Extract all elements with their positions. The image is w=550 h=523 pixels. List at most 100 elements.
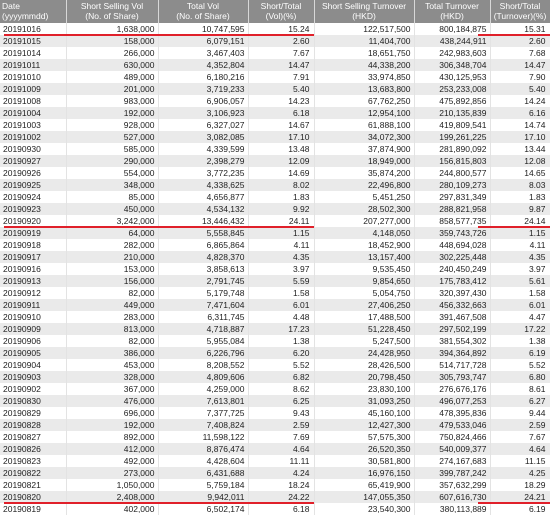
total-vol-cell: 6,865,864	[158, 239, 249, 251]
vol-ratio-cell: 14.69	[248, 167, 315, 179]
total-turnover-cell: 288,821,958	[414, 203, 491, 215]
short-vol-cell: 283,000	[66, 311, 159, 323]
table-row: 20190819 402,000 6,502,174 6.18 23,540,300 38…	[0, 503, 550, 515]
total-vol-cell: 3,858,613	[158, 263, 249, 275]
short-vol-cell: 386,000	[66, 347, 159, 359]
total-vol-cell: 5,759,184	[158, 479, 249, 491]
turnover-ratio-cell: 9.44	[490, 407, 550, 419]
short-vol-cell: 696,000	[66, 407, 159, 419]
short-vol-cell: 153,000	[66, 263, 159, 275]
total-turnover-cell: 380,113,889	[414, 503, 491, 515]
date-cell: 20190927	[0, 155, 67, 167]
total-vol-cell: 6,226,796	[158, 347, 249, 359]
total-vol-cell: 3,467,403	[158, 47, 249, 59]
vol-ratio-cell: 4.35	[248, 251, 315, 263]
vol-ratio-cell: 3.97	[248, 263, 315, 275]
total-turnover-cell: 297,831,349	[414, 191, 491, 203]
date-cell: 20191002	[0, 131, 67, 143]
total-vol-cell: 4,718,887	[158, 323, 249, 335]
date-cell: 20190909	[0, 323, 67, 335]
col-header-date: Date (yyyymmdd)	[0, 0, 67, 23]
turnover-ratio-cell: 6.27	[490, 395, 550, 407]
vol-ratio-cell: 6.25	[248, 395, 315, 407]
vol-ratio-cell: 18.24	[248, 479, 315, 491]
turnover-ratio-cell: 6.80	[490, 371, 550, 383]
col-header-vol-ratio: Short/Total (Vol)(%)	[248, 0, 315, 23]
table-row: 20190919 64,000 5,558,845 1.15 4,148,050 359,…	[0, 227, 550, 239]
date-cell: 20190826	[0, 443, 67, 455]
date-cell: 20190905	[0, 347, 67, 359]
date-cell: 20190924	[0, 191, 67, 203]
short-vol-cell: 492,000	[66, 455, 159, 467]
total-turnover-cell: 175,783,412	[414, 275, 491, 287]
vol-ratio-cell: 5.40	[248, 83, 315, 95]
turnover-ratio-cell: 14.74	[490, 119, 550, 131]
turnover-ratio-cell: 6.19	[490, 347, 550, 359]
date-cell: 20190827	[0, 431, 67, 443]
table-row: 20191002 527,000 3,082,085 17.10 34,072,300 1…	[0, 131, 550, 143]
total-vol-cell: 5,955,084	[158, 335, 249, 347]
date-cell: 20191003	[0, 119, 67, 131]
short-turnover-cell: 27,406,250	[314, 299, 415, 311]
vol-ratio-cell: 2.59	[248, 419, 315, 431]
total-turnover-cell: 240,450,249	[414, 263, 491, 275]
short-turnover-cell: 122,517,500	[314, 23, 415, 35]
vol-ratio-cell: 12.09	[248, 155, 315, 167]
col-header-total-turnover-label: Total Turnover (HKD)	[425, 1, 479, 21]
total-turnover-cell: 276,676,176	[414, 383, 491, 395]
short-turnover-cell: 24,428,950	[314, 347, 415, 359]
date-cell: 20191010	[0, 71, 67, 83]
vol-ratio-cell: 8.62	[248, 383, 315, 395]
col-header-vol-ratio-label: Short/Total (Vol)(%)	[260, 1, 302, 21]
total-vol-cell: 6,180,216	[158, 71, 249, 83]
total-turnover-cell: 540,009,377	[414, 443, 491, 455]
vol-ratio-cell: 5.52	[248, 359, 315, 371]
total-turnover-cell: 448,694,028	[414, 239, 491, 251]
short-vol-cell: 489,000	[66, 71, 159, 83]
short-turnover-cell: 9,535,450	[314, 263, 415, 275]
date-cell: 20191015	[0, 35, 67, 47]
vol-ratio-cell: 4.24	[248, 467, 315, 479]
total-vol-cell: 6,431,688	[158, 467, 249, 479]
total-vol-cell: 4,809,606	[158, 371, 249, 383]
total-turnover-cell: 391,467,508	[414, 311, 491, 323]
short-vol-cell: 266,000	[66, 47, 159, 59]
date-cell: 20190828	[0, 419, 67, 431]
table-row: 20190911 449,000 7,471,604 6.01 27,406,250 45…	[0, 299, 550, 311]
short-vol-cell: 82,000	[66, 335, 159, 347]
highlight-underline	[478, 226, 550, 228]
total-vol-cell: 4,534,132	[158, 203, 249, 215]
total-vol-cell: 7,408,824	[158, 419, 249, 431]
short-turnover-cell: 13,157,400	[314, 251, 415, 263]
date-cell: 20190919	[0, 227, 67, 239]
short-turnover-cell: 31,093,250	[314, 395, 415, 407]
table-body: 20191016 1,638,000 10,747,595 15.24 122,517,…	[0, 23, 550, 515]
total-vol-cell: 6,079,151	[158, 35, 249, 47]
col-header-short-turnover-label: Short Selling Turnover (HKD)	[321, 1, 407, 21]
turnover-ratio-cell: 1.38	[490, 335, 550, 347]
short-vol-cell: 449,000	[66, 299, 159, 311]
date-cell: 20190906	[0, 335, 67, 347]
total-turnover-cell: 514,717,728	[414, 359, 491, 371]
table-row: 20191011 630,000 4,352,804 14.47 44,338,200 3…	[0, 59, 550, 71]
vol-ratio-cell: 1.38	[248, 335, 315, 347]
short-turnover-cell: 28,502,300	[314, 203, 415, 215]
short-vol-cell: 412,000	[66, 443, 159, 455]
total-turnover-cell: 479,533,046	[414, 419, 491, 431]
turnover-ratio-cell: 8.03	[490, 179, 550, 191]
vol-ratio-cell: 13.48	[248, 143, 315, 155]
turnover-ratio-cell: 14.65	[490, 167, 550, 179]
short-turnover-cell: 57,575,300	[314, 431, 415, 443]
total-turnover-cell: 156,815,803	[414, 155, 491, 167]
table-row: 20190926 554,000 3,772,235 14.69 35,874,200 2…	[0, 167, 550, 179]
date-cell: 20190823	[0, 455, 67, 467]
table-row: 20191003 928,000 6,327,027 14.67 61,888,100 4…	[0, 119, 550, 131]
col-header-turnover-ratio-label: Short/Total (Turnover)(%)	[493, 1, 547, 21]
short-vol-cell: 85,000	[66, 191, 159, 203]
short-vol-cell: 201,000	[66, 83, 159, 95]
table-row: 20190923 450,000 4,534,132 9.92 28,502,300 28…	[0, 203, 550, 215]
turnover-ratio-cell: 14.24	[490, 95, 550, 107]
short-vol-cell: 983,000	[66, 95, 159, 107]
total-turnover-cell: 302,225,448	[414, 251, 491, 263]
table-row: 20190826 412,000 8,876,474 4.64 26,520,350 54…	[0, 443, 550, 455]
